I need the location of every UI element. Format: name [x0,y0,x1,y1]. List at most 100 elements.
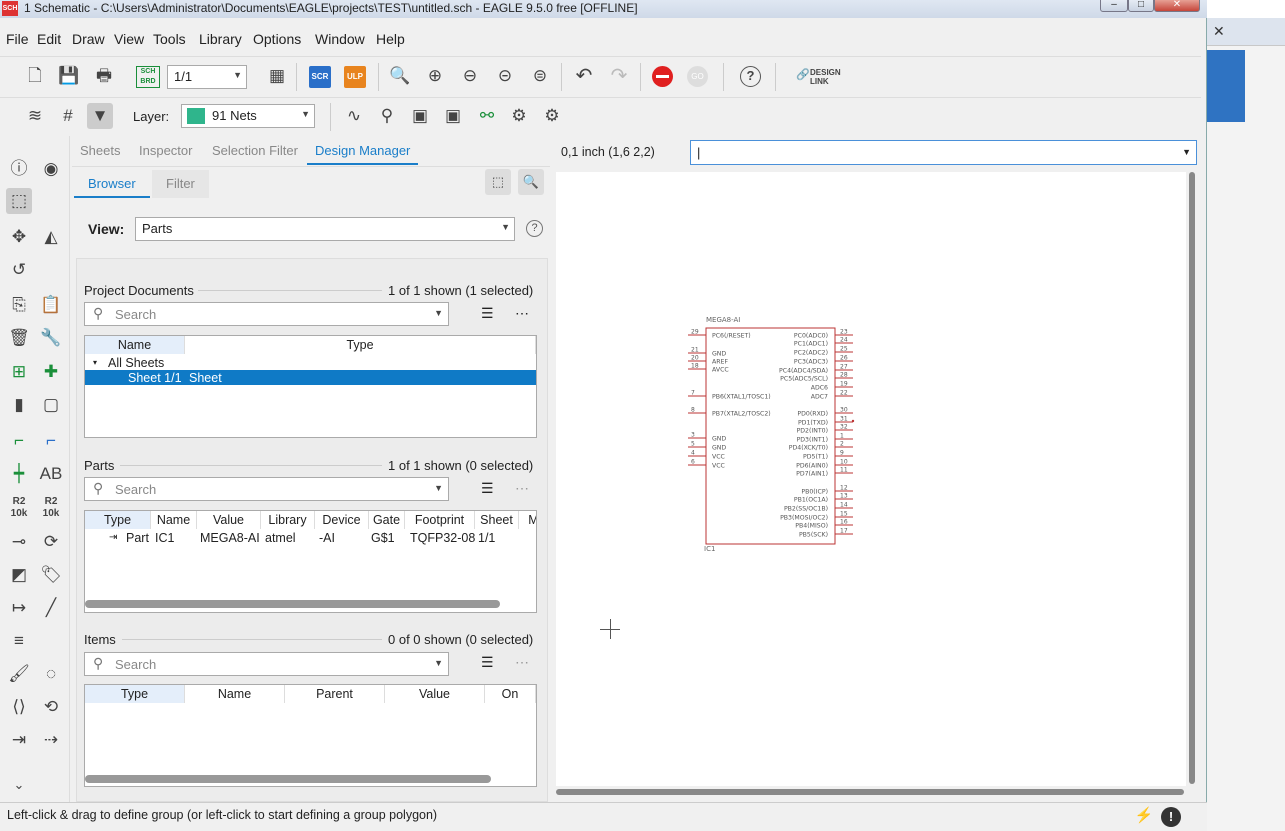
zoom-redraw-icon[interactable]: ⊝ [492,63,518,89]
change-icon[interactable]: 🔧 [38,325,64,351]
maximize-button[interactable]: □ [1128,0,1154,12]
zoom-to-icon[interactable]: 🔍 [518,169,544,195]
table-row[interactable]: ⇥ Part IC1 MEGA8-AI atmel -AI G$1 TQFP32… [85,530,536,546]
horizontal-scrollbar[interactable] [85,600,500,608]
add-pin-icon[interactable]: ✚ [38,359,64,385]
replace-icon[interactable]: ▮ [6,392,32,418]
tab-sheets[interactable]: Sheets [72,137,128,165]
column-header-type[interactable]: Type [85,685,185,703]
column-header-library[interactable]: Library [261,511,315,529]
close-icon[interactable]: ✕ [1213,23,1225,40]
menu-edit[interactable]: Edit [37,31,61,47]
ripup-icon[interactable]: ⟲ [38,694,64,720]
more-icon[interactable]: ⋯ [515,305,529,322]
column-header-device[interactable]: Device [315,511,369,529]
menu-view[interactable]: View [114,31,144,47]
vertical-scrollbar[interactable] [1189,172,1195,784]
lightning-icon[interactable]: ⚡ [1133,806,1155,828]
label-icon[interactable]: AB [38,461,64,487]
schematic-canvas[interactable]: MEGA8-AI IC1 29 PC6(/RESET) 21 GND 20 AREF 18 AVC… [556,172,1186,786]
group-select-icon[interactable]: ⬚ [6,188,32,214]
column-header-m[interactable]: M [519,511,536,529]
filter-icon[interactable]: ▼ [87,103,113,129]
undo-icon[interactable]: ↶ [571,63,597,89]
mirror-icon[interactable]: ◭ [38,224,64,250]
column-header-type[interactable]: Type [185,336,536,354]
column-header-name[interactable]: Name [85,336,185,354]
horizontal-scrollbar[interactable] [556,789,1184,795]
menu-window[interactable]: Window [315,31,365,47]
minimize-button[interactable]: ‒ [1100,0,1128,12]
alert-icon[interactable]: ! [1161,807,1181,827]
tree-row-sheet[interactable]: Sheet 1/1 Sheet [85,370,536,385]
menu-tools[interactable]: Tools [153,31,186,47]
paint-icon[interactable]: 🖌 [6,661,32,687]
menu-options[interactable]: Options [253,31,301,47]
bus-icon[interactable]: ⌐ [38,428,64,454]
script-button[interactable]: SCR [309,66,331,88]
tab-inspector[interactable]: Inspector [131,137,200,165]
close-button[interactable]: ✕ [1154,0,1200,12]
sch-brd-switch-button[interactable]: SCH BRD [136,66,160,88]
subtab-filter[interactable]: Filter [152,170,209,198]
column-header-value[interactable]: Value [197,511,261,529]
column-header-name[interactable]: Name [151,511,197,529]
column-header-footprint[interactable]: Footprint [405,511,475,529]
gateswap-icon[interactable]: ↦ [6,595,32,621]
items-search[interactable]: ⚲ Search ▼ [84,652,449,676]
delete-icon[interactable]: 🗑 [6,325,32,351]
wave-icon[interactable]: ∿ [341,103,367,129]
redo-icon[interactable]: ↷ [606,63,632,89]
more-icon[interactable]: ⋯ [515,480,529,497]
copy-icon[interactable]: ⎘ [6,292,32,318]
parts-search[interactable]: ⚲ Search ▼ [84,477,449,501]
value-icon[interactable]: R2 10k [38,496,64,522]
layers-icon[interactable]: ≋ [22,103,48,129]
list-view-icon[interactable]: ☰ [481,480,494,497]
column-header-type[interactable]: Type [85,511,151,529]
new-file-icon[interactable]: 🗋 [22,63,48,89]
zoom-in-icon[interactable]: ⊕ [422,63,448,89]
column-header-name[interactable]: Name [185,685,285,703]
add-part-icon[interactable]: ⊞ [6,359,32,385]
column-header-on[interactable]: On [485,685,536,703]
column-header-sheet[interactable]: Sheet [475,511,519,529]
menu-library[interactable]: Library [199,31,242,47]
grid-icon[interactable]: # [55,103,81,129]
help-icon[interactable]: ? [526,220,543,237]
connect-icon[interactable]: ⇢ [38,727,64,753]
menu-file[interactable]: File [6,31,29,47]
dimension-icon[interactable]: ≡ [6,628,32,654]
menu-help[interactable]: Help [376,31,405,47]
zoom-fit-icon[interactable]: 🔍 [387,63,413,89]
column-header-gate[interactable]: Gate [369,511,405,529]
smash-icon[interactable]: ◩ [6,562,32,588]
tree-row-all-sheets[interactable]: ▾ All Sheets [85,355,536,371]
list-view-icon[interactable]: ☰ [481,305,494,322]
list-view-icon[interactable]: ☰ [481,654,494,671]
cam-processor-icon[interactable]: ▦ [264,63,290,89]
miter-icon[interactable]: ⟨⟩ [6,694,32,720]
drc-icon[interactable]: ▣ [440,103,466,129]
subtab-browser[interactable]: Browser [74,170,150,198]
design-link-button[interactable]: 🔗 DESIGN LINK [796,67,846,87]
zoom-out-icon[interactable]: ⊖ [457,63,483,89]
move-icon[interactable]: ✥ [6,224,32,250]
net-icon[interactable]: ⌐ [6,428,32,454]
simulate-icon[interactable]: ⚲ [374,103,400,129]
print-icon[interactable]: 🖶 [91,63,117,89]
arrow-icon[interactable]: ⇥ [6,727,32,753]
more-icon[interactable]: ⋯ [515,654,529,671]
junction-icon[interactable]: ┿ [6,461,32,487]
tab-design-manager[interactable]: Design Manager [307,137,419,165]
stop-icon[interactable] [652,66,673,87]
column-header-parent[interactable]: Parent [285,685,385,703]
horizontal-scrollbar[interactable] [85,775,491,783]
erc-icon[interactable]: ▣ [407,103,433,129]
attribute-icon[interactable]: 🏷 [38,562,64,588]
tab-selection-filter[interactable]: Selection Filter [204,137,306,165]
polygon-icon[interactable]: ◌ [38,661,64,687]
name-icon[interactable]: R2 10k [6,496,32,522]
sheet-select[interactable]: 1/1 ▼ [167,65,247,89]
view-select[interactable]: Parts ▼ [135,217,515,241]
